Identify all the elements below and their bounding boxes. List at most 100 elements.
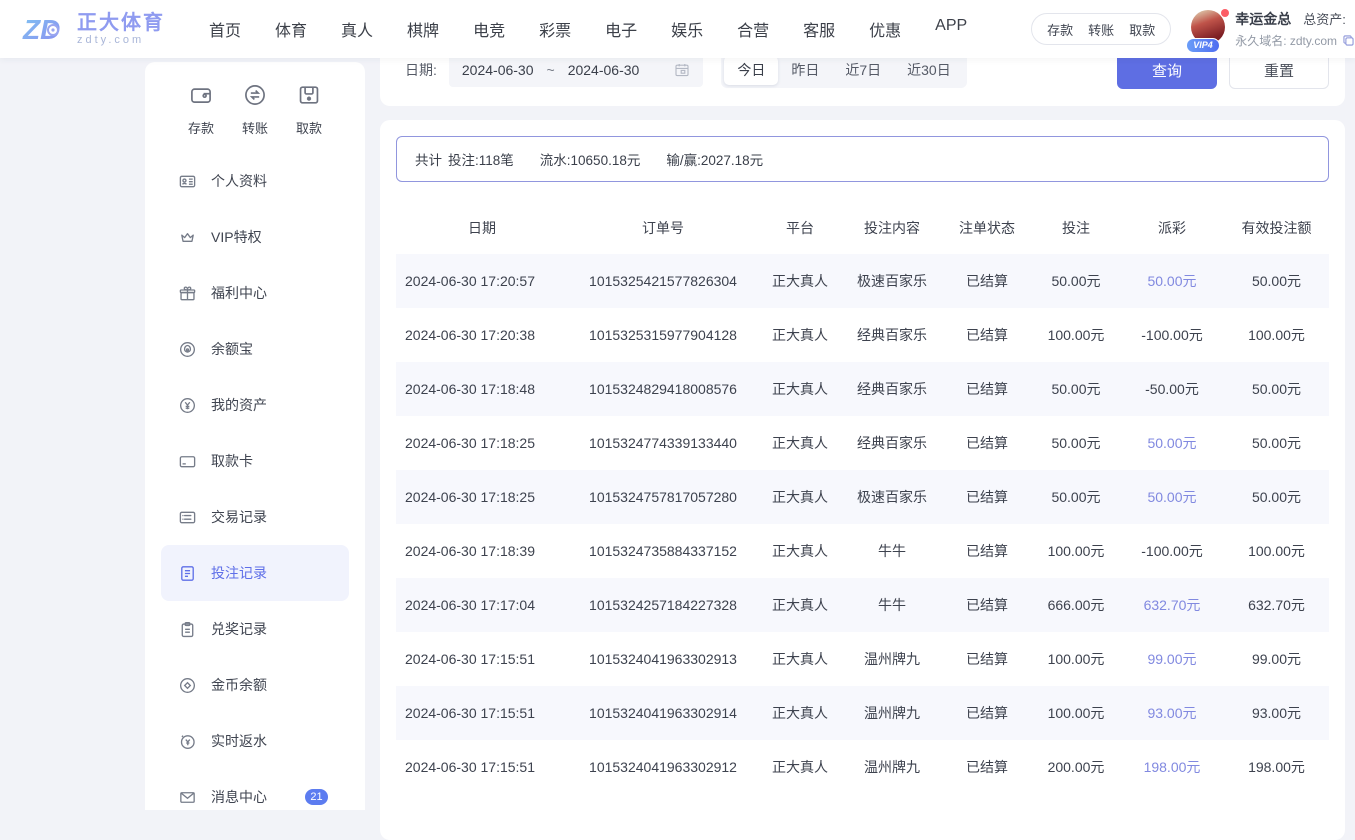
quick-action[interactable]: 转账 [229, 82, 281, 137]
cell-platform: 正大真人 [758, 470, 842, 524]
cell-order-id: 1015325421577826304 [568, 254, 758, 308]
table-row[interactable]: 2024-06-30 17:18:39 1015324735884337152 … [396, 524, 1329, 578]
table-row[interactable]: 2024-06-30 17:20:38 1015325315977904128 … [396, 308, 1329, 362]
redeem-record-icon [178, 620, 197, 639]
coin-balance-icon [178, 676, 197, 695]
cell-status: 已结算 [942, 740, 1032, 794]
cell-content: 极速百家乐 [842, 470, 942, 524]
date-range-option[interactable]: 今日 [724, 56, 778, 85]
sidebar-menu-item[interactable]: 福利中心 [161, 265, 349, 321]
nav-item[interactable]: 合营 [737, 17, 769, 41]
nav-item[interactable]: 电子 [605, 17, 637, 41]
user-info[interactable]: VIP4 幸运金总 总资产: 永久域名: zdty.com [1191, 9, 1355, 49]
cell-content: 经典百家乐 [842, 308, 942, 362]
sidebar-menu-item[interactable]: 余额宝 [161, 321, 349, 377]
nav-item[interactable]: 体育 [275, 17, 307, 41]
cell-date: 2024-06-30 17:20:57 [396, 254, 568, 308]
table-row[interactable]: 2024-06-30 17:17:04 1015324257184227328 … [396, 578, 1329, 632]
main-nav: 首页 体育 真人 棋牌 电竞 彩票 电子 娱乐 合营 客服 优惠 APP [209, 17, 967, 41]
bet-record-icon [178, 564, 197, 583]
nav-item[interactable]: 彩票 [539, 17, 571, 41]
table-row[interactable]: 2024-06-30 17:15:51 1015324041963302913 … [396, 632, 1329, 686]
wallet-action[interactable]: 存款 [1047, 20, 1073, 39]
cell-content: 经典百家乐 [842, 416, 942, 470]
cell-content: 牛牛 [842, 578, 942, 632]
sidebar-menu-item[interactable]: 消息中心 21 [161, 769, 349, 825]
sidebar-menu-item[interactable]: 金币余额 [161, 657, 349, 713]
sidebar: 存款 转账 取款 个人资料 VIP特权 [145, 62, 365, 810]
bank-card-icon [178, 452, 197, 471]
cell-order-id: 1015324757817057280 [568, 470, 758, 524]
table-row[interactable]: 2024-06-30 17:18:48 1015324829418008576 … [396, 362, 1329, 416]
cell-content: 温州牌九 [842, 632, 942, 686]
cell-content: 经典百家乐 [842, 362, 942, 416]
cell-platform: 正大真人 [758, 632, 842, 686]
brand-logo[interactable]: ZD 正大体育 zdty.com [22, 11, 165, 47]
calendar-icon [674, 62, 690, 78]
cell-order-id: 1015324735884337152 [568, 524, 758, 578]
cell-valid-bet: 50.00元 [1224, 254, 1329, 308]
cell-valid-bet: 93.00元 [1224, 686, 1329, 740]
sidebar-menu-item[interactable]: 实时返水 [161, 713, 349, 769]
wallet-action[interactable]: 转账 [1088, 20, 1114, 39]
notification-dot-icon [1221, 9, 1229, 17]
cell-payout: 50.00元 [1147, 489, 1196, 505]
wallet-action[interactable]: 取款 [1129, 20, 1155, 39]
nav-item[interactable]: 娱乐 [671, 17, 703, 41]
column-header: 日期 [396, 202, 568, 254]
date-range-option[interactable]: 近30日 [894, 56, 964, 85]
cell-payout: -50.00元 [1145, 381, 1199, 397]
nav-item[interactable]: 客服 [803, 17, 835, 41]
table-row[interactable]: 2024-06-30 17:20:57 1015325421577826304 … [396, 254, 1329, 308]
table-row[interactable]: 2024-06-30 17:18:25 1015324757817057280 … [396, 470, 1329, 524]
cell-valid-bet: 198.00元 [1224, 740, 1329, 794]
table-row[interactable]: 2024-06-30 17:15:51 1015324041963302914 … [396, 686, 1329, 740]
quick-action[interactable]: 存款 [175, 82, 227, 137]
transfer-icon [242, 82, 268, 113]
cell-date: 2024-06-30 17:18:48 [396, 362, 568, 416]
cell-status: 已结算 [942, 470, 1032, 524]
sidebar-menu-item[interactable]: 兑奖记录 [161, 601, 349, 657]
summary-turnover: 流水:10650.18元 [540, 149, 641, 169]
date-range-option[interactable]: 昨日 [778, 56, 832, 85]
copy-icon[interactable] [1342, 34, 1355, 47]
cell-valid-bet: 50.00元 [1224, 362, 1329, 416]
date-range-input[interactable]: 2024-06-30 ~ 2024-06-30 [449, 53, 703, 87]
cell-platform: 正大真人 [758, 524, 842, 578]
assets-icon [178, 396, 197, 415]
rebate-icon [178, 732, 197, 751]
sidebar-quick-actions: 存款 转账 取款 [145, 62, 365, 137]
sidebar-menu-item[interactable]: 投注记录 [161, 545, 349, 601]
date-range-option[interactable]: 近7日 [832, 56, 894, 85]
cell-order-id: 1015324041963302913 [568, 632, 758, 686]
cell-valid-bet: 50.00元 [1224, 470, 1329, 524]
yuebao-icon [178, 340, 197, 359]
cell-platform: 正大真人 [758, 686, 842, 740]
sidebar-menu-item[interactable]: 我的资产 [161, 377, 349, 433]
nav-item[interactable]: 棋牌 [407, 17, 439, 41]
cell-order-id: 1015324041963302914 [568, 686, 758, 740]
nav-item[interactable]: 真人 [341, 17, 373, 41]
cell-date: 2024-06-30 17:15:51 [396, 632, 568, 686]
sidebar-menu-item[interactable]: 取款卡 [161, 433, 349, 489]
quick-action[interactable]: 取款 [283, 82, 335, 137]
nav-item[interactable]: 优惠 [869, 17, 901, 41]
summary-total-label: 共计 [415, 149, 442, 169]
cell-valid-bet: 99.00元 [1224, 632, 1329, 686]
unread-badge: 21 [305, 789, 328, 805]
table-row[interactable]: 2024-06-30 17:15:51 1015324041963302912 … [396, 740, 1329, 794]
cell-platform: 正大真人 [758, 308, 842, 362]
column-header: 投注内容 [842, 202, 942, 254]
table-header-row: 日期订单号平台投注内容注单状态投注派彩有效投注额 [396, 202, 1329, 254]
brand-name: 正大体育 [77, 12, 165, 34]
sidebar-menu-item[interactable]: 交易记录 [161, 489, 349, 545]
nav-item[interactable]: APP [935, 17, 967, 41]
table-row[interactable]: 2024-06-30 17:18:25 1015324774339133440 … [396, 416, 1329, 470]
sidebar-menu-item[interactable]: 个人资料 [161, 153, 349, 209]
message-icon [178, 788, 197, 807]
sidebar-menu-item[interactable]: VIP特权 [161, 209, 349, 265]
assets-label: 总资产: [1303, 9, 1346, 28]
nav-item[interactable]: 电竞 [473, 17, 505, 41]
cell-status: 已结算 [942, 524, 1032, 578]
nav-item[interactable]: 首页 [209, 17, 241, 41]
